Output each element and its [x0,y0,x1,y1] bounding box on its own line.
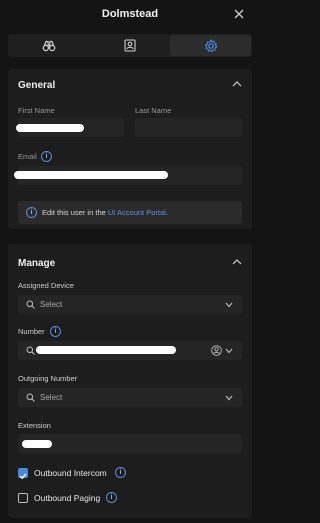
last-name-label: Last Name [135,106,172,115]
email-label: Email [18,152,37,161]
outbound-paging-label[interactable]: Outbound Paging [34,493,100,503]
title-bar: Dolmstead [0,0,260,30]
search-icon [26,346,35,355]
general-header[interactable]: General [8,69,252,99]
tab-search[interactable] [9,35,90,56]
email-input[interactable] [14,166,242,185]
redaction-mark [16,124,84,132]
redaction-mark [36,346,176,354]
number-info-icon[interactable]: i [50,326,61,337]
outbound-paging-checkbox[interactable] [18,493,28,503]
chevron-up-icon[interactable] [232,80,242,88]
tab-contact[interactable] [90,35,171,56]
last-name-input[interactable] [135,118,242,137]
chevron-down-icon [225,302,233,308]
notice-suffix: . [165,208,168,217]
tab-settings[interactable] [170,35,252,56]
general-title: General [18,80,56,91]
outbound-intercom-checkbox[interactable] [18,468,28,480]
chevron-down-icon [225,348,233,354]
extension-label: Extension [18,421,51,430]
extension-input[interactable] [18,434,242,453]
general-panel: General First Name Last Name Email i i E… [8,69,252,229]
contact-card-icon [124,39,136,52]
notice-prefix: Edit this user in the [42,208,108,217]
first-name-input[interactable] [16,118,124,137]
gear-icon [204,38,218,52]
outbound-intercom-info-icon[interactable]: i [115,467,126,478]
close-icon[interactable] [232,7,246,21]
ui-account-portal-link[interactable]: UI Account Portal [108,208,166,217]
assigned-device-placeholder: Select [40,300,63,309]
binoculars-icon [42,40,56,51]
manage-panel: Manage Assigned Device Select Number i O… [8,244,252,518]
tab-bar [8,34,252,57]
assigned-device-select[interactable]: Select [18,295,242,314]
notice-info-icon: i [26,207,37,218]
outbound-intercom-label[interactable]: Outbound Intercom [34,468,107,478]
chevron-down-icon [225,395,233,401]
checkmark-icon [19,473,27,480]
notice-text: Edit this user in the UI Account Portal. [42,208,168,217]
account-portal-notice: i Edit this user in the UI Account Porta… [18,201,242,224]
outbound-paging-info-icon[interactable]: i [106,492,117,503]
outgoing-number-select[interactable]: Select [18,388,242,407]
first-name-label: First Name [18,106,55,115]
manage-header[interactable]: Manage [8,244,252,274]
number-label: Number [18,327,45,336]
outgoing-number-placeholder: Select [40,393,63,402]
chevron-up-icon[interactable] [232,258,242,266]
user-icon[interactable] [211,345,222,356]
redaction-mark [14,171,168,179]
number-select[interactable] [18,341,242,360]
search-icon [26,393,35,402]
redaction-mark [22,440,52,448]
search-icon [26,300,35,309]
email-info-icon[interactable]: i [41,151,52,162]
outgoing-number-label: Outgoing Number [18,374,78,383]
manage-title: Manage [18,258,56,269]
assigned-device-label: Assigned Device [18,281,74,290]
window-title: Dolmstead [101,8,159,20]
